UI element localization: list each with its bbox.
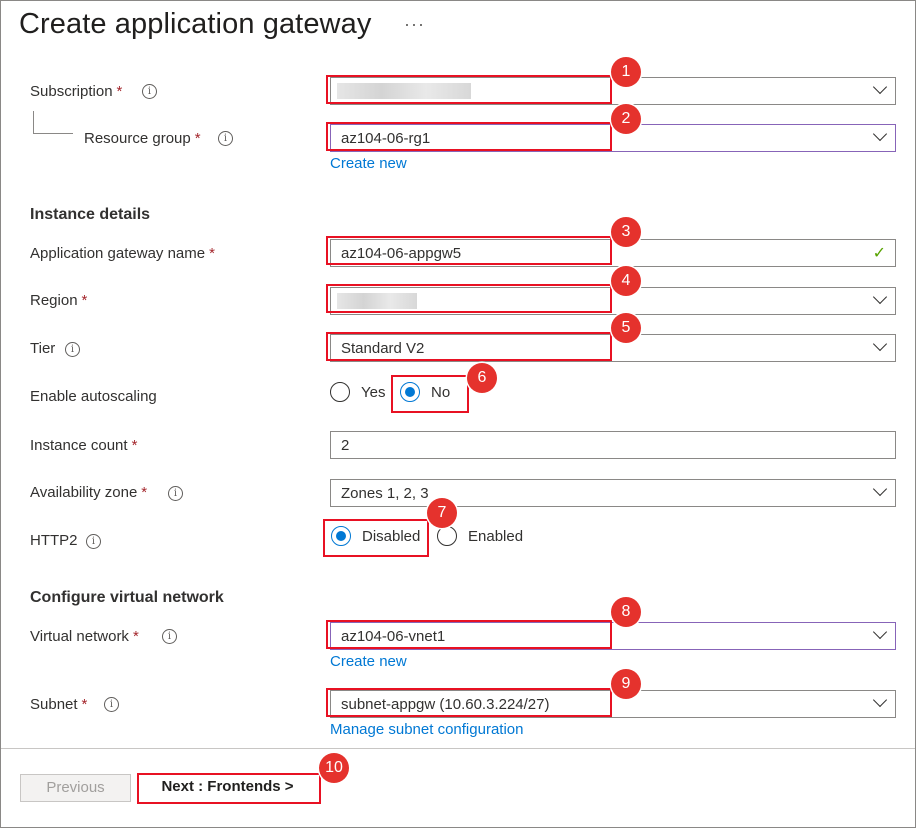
- required-asterisk: *: [194, 130, 201, 147]
- chevron-down-icon: [872, 692, 888, 708]
- annotation-badge: 2: [611, 104, 641, 134]
- availability-zone-label-text: Availability zone: [30, 484, 138, 501]
- http2-disabled-label: Disabled: [362, 528, 421, 545]
- subscription-label-text: Subscription: [30, 83, 113, 100]
- required-asterisk: *: [141, 484, 148, 501]
- subnet-label-text: Subnet: [30, 696, 78, 713]
- annotation-badge: 10: [319, 753, 349, 783]
- subnet-value: subnet-appgw (10.60.3.224/27): [341, 696, 550, 713]
- autoscaling-no-radio[interactable]: [400, 382, 420, 402]
- gateway-name-value: az104-06-appgw5: [341, 245, 462, 262]
- tier-value: Standard V2: [341, 340, 425, 357]
- info-icon[interactable]: i: [218, 131, 233, 146]
- instance-count-input[interactable]: 2: [330, 431, 896, 459]
- http2-label: HTTP2: [30, 532, 78, 549]
- radio-selected-dot: [405, 387, 415, 397]
- configure-vnet-heading: Configure virtual network: [30, 589, 224, 606]
- region-label: Region *: [30, 292, 87, 309]
- resource-group-label-text: Resource group: [84, 130, 191, 147]
- chevron-down-icon: [872, 289, 888, 305]
- annotation-badge: 5: [611, 313, 641, 343]
- tier-label: Tier: [30, 340, 56, 357]
- region-dropdown[interactable]: [330, 287, 896, 315]
- required-asterisk: *: [132, 628, 139, 645]
- annotation-badge: 4: [611, 266, 641, 296]
- annotation-badge: 6: [467, 363, 497, 393]
- create-new-resource-group-link[interactable]: Create new: [330, 155, 407, 172]
- more-options-icon[interactable]: ···: [404, 14, 425, 35]
- virtual-network-label-text: Virtual network: [30, 628, 129, 645]
- autoscaling-label: Enable autoscaling: [30, 388, 157, 405]
- annotation-badge: 7: [427, 498, 457, 528]
- gateway-name-label-text: Application gateway name: [30, 245, 206, 262]
- autoscaling-yes-label: Yes: [361, 384, 386, 401]
- checkmark-icon: ✓: [872, 245, 886, 262]
- chevron-down-icon: [872, 79, 888, 95]
- required-asterisk: *: [81, 292, 88, 309]
- redacted-value: [337, 83, 471, 99]
- virtual-network-value: az104-06-vnet1: [341, 628, 446, 645]
- gateway-name-input[interactable]: az104-06-appgw5 ✓: [330, 239, 896, 267]
- info-icon[interactable]: i: [142, 84, 157, 99]
- availability-zone-label: Availability zone *: [30, 484, 147, 501]
- footer-divider: [1, 748, 915, 749]
- info-icon[interactable]: i: [168, 486, 183, 501]
- required-asterisk: *: [209, 245, 215, 262]
- chevron-down-icon: [872, 336, 888, 352]
- required-asterisk: *: [81, 696, 88, 713]
- annotation-badge: 1: [611, 57, 641, 87]
- instance-details-heading: Instance details: [30, 206, 151, 223]
- resource-group-value: az104-06-rg1: [341, 130, 431, 147]
- info-icon[interactable]: i: [65, 342, 80, 357]
- required-asterisk: *: [131, 437, 138, 454]
- info-icon[interactable]: i: [162, 629, 177, 644]
- autoscaling-yes-radio[interactable]: [330, 382, 350, 402]
- tier-dropdown[interactable]: Standard V2: [330, 334, 896, 362]
- chevron-down-icon: [872, 481, 888, 497]
- virtual-network-label: Virtual network *: [30, 628, 139, 645]
- subnet-dropdown[interactable]: subnet-appgw (10.60.3.224/27): [330, 690, 896, 718]
- info-icon[interactable]: i: [104, 697, 119, 712]
- annotation-badge: 3: [611, 217, 641, 247]
- page-title: Create application gateway: [19, 8, 372, 40]
- subscription-dropdown[interactable]: [330, 77, 896, 105]
- virtual-network-dropdown[interactable]: az104-06-vnet1: [330, 622, 896, 650]
- instance-count-label: Instance count *: [30, 437, 137, 454]
- chevron-down-icon: [872, 126, 888, 142]
- annotation-badge: 8: [611, 597, 641, 627]
- annotation-badge: 9: [611, 669, 641, 699]
- autoscaling-no-label: No: [431, 384, 451, 401]
- resource-group-dropdown[interactable]: az104-06-rg1: [330, 124, 896, 152]
- chevron-down-icon: [872, 624, 888, 640]
- http2-enabled-label: Enabled: [468, 528, 524, 545]
- resource-group-label: Resource group *: [84, 130, 201, 147]
- subnet-label: Subnet *: [30, 696, 87, 713]
- instance-count-value: 2: [341, 437, 350, 454]
- gateway-name-label: Application gateway name *: [30, 245, 215, 262]
- http2-disabled-radio[interactable]: [331, 526, 351, 546]
- previous-button[interactable]: Previous: [20, 774, 131, 802]
- tree-connector: [33, 133, 73, 134]
- manage-subnet-link[interactable]: Manage subnet configuration: [330, 721, 523, 738]
- info-icon[interactable]: i: [86, 534, 101, 549]
- required-asterisk: *: [116, 83, 123, 100]
- create-new-vnet-link[interactable]: Create new: [330, 653, 407, 670]
- subscription-label: Subscription *: [30, 83, 122, 100]
- http2-enabled-radio[interactable]: [437, 526, 457, 546]
- tree-connector: [33, 111, 34, 133]
- redacted-value: [337, 293, 417, 309]
- radio-selected-dot: [336, 531, 346, 541]
- instance-count-label-text: Instance count: [30, 437, 128, 454]
- availability-zone-dropdown[interactable]: Zones 1, 2, 3: [330, 479, 896, 507]
- region-label-text: Region: [30, 292, 78, 309]
- availability-zone-value: Zones 1, 2, 3: [341, 485, 429, 502]
- next-frontends-button[interactable]: Next : Frontends >: [137, 774, 318, 802]
